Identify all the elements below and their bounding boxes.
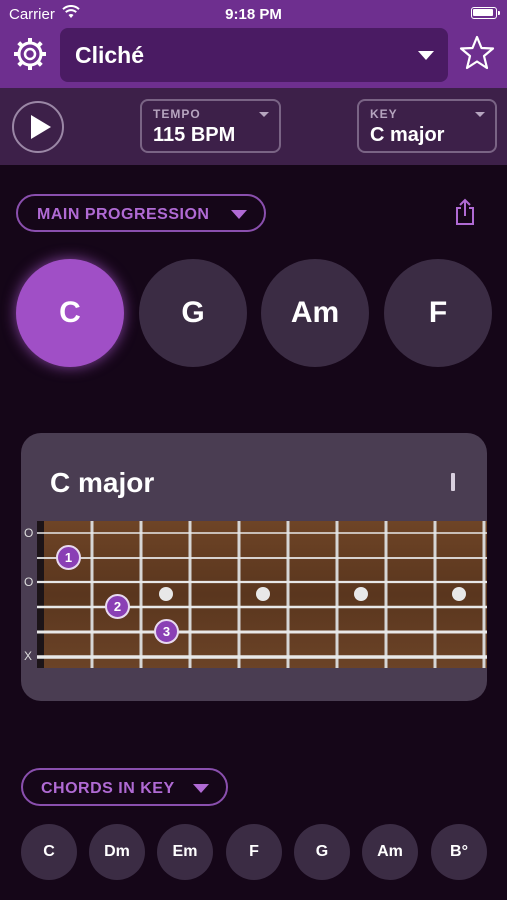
chevron-down-icon [259, 112, 269, 117]
key-chord-am[interactable]: Am [362, 824, 418, 880]
key-value: C major [370, 124, 445, 146]
star-icon[interactable] [459, 35, 495, 71]
chevron-down-icon [475, 112, 485, 117]
chevron-down-icon [231, 210, 247, 219]
progression-dropdown[interactable]: MAIN PROGRESSION [16, 194, 266, 232]
string-marker-mute: X [24, 649, 33, 663]
song-title: Cliché [75, 42, 145, 68]
finger-dot-2: 2 [105, 594, 130, 619]
key-chord-em[interactable]: Em [157, 824, 213, 880]
progression-chord-c[interactable]: C [16, 259, 124, 367]
battery-icon [471, 7, 500, 19]
key-chord-f[interactable]: F [226, 824, 282, 880]
key-chord-g[interactable]: G [294, 824, 350, 880]
progression-chord-am[interactable]: Am [261, 259, 369, 367]
string-marker-open: O [24, 526, 34, 540]
fretboard-diagram [37, 521, 487, 668]
play-button[interactable] [12, 101, 64, 153]
key-chord-bdim[interactable]: B° [431, 824, 487, 880]
chevron-down-icon [193, 784, 209, 793]
progression-label: MAIN PROGRESSION [37, 206, 210, 223]
chords-in-key-label: CHORDS IN KEY [41, 780, 175, 797]
chords-in-key-dropdown[interactable]: CHORDS IN KEY [21, 768, 228, 806]
key-label: KEY [370, 107, 398, 121]
finger-dot-1: 1 [56, 545, 81, 570]
finger-dot-3: 3 [154, 619, 179, 644]
status-bar: Carrier 9:18 PM [0, 0, 507, 28]
tempo-label: TEMPO [153, 107, 201, 121]
progression-chord-g[interactable]: G [139, 259, 247, 367]
playback-toolbar: TEMPO 115 BPM KEY C major [0, 88, 507, 165]
gear-icon[interactable] [12, 36, 48, 72]
clock: 9:18 PM [225, 6, 282, 23]
key-dropdown[interactable]: KEY C major [357, 99, 497, 153]
key-chord-c[interactable]: C [21, 824, 77, 880]
string-marker-open: O [24, 575, 34, 589]
header-bar: Carrier 9:18 PM Cliché [0, 0, 507, 88]
menu-handle-icon[interactable] [451, 473, 455, 491]
song-title-dropdown[interactable]: Cliché [60, 28, 448, 82]
tempo-value: 115 BPM [153, 124, 236, 146]
progression-chord-f[interactable]: F [384, 259, 492, 367]
chevron-down-icon [418, 51, 434, 60]
chord-name: C major [50, 467, 155, 498]
key-chord-dm[interactable]: Dm [89, 824, 145, 880]
tempo-dropdown[interactable]: TEMPO 115 BPM [140, 99, 281, 153]
share-icon[interactable] [453, 198, 477, 226]
